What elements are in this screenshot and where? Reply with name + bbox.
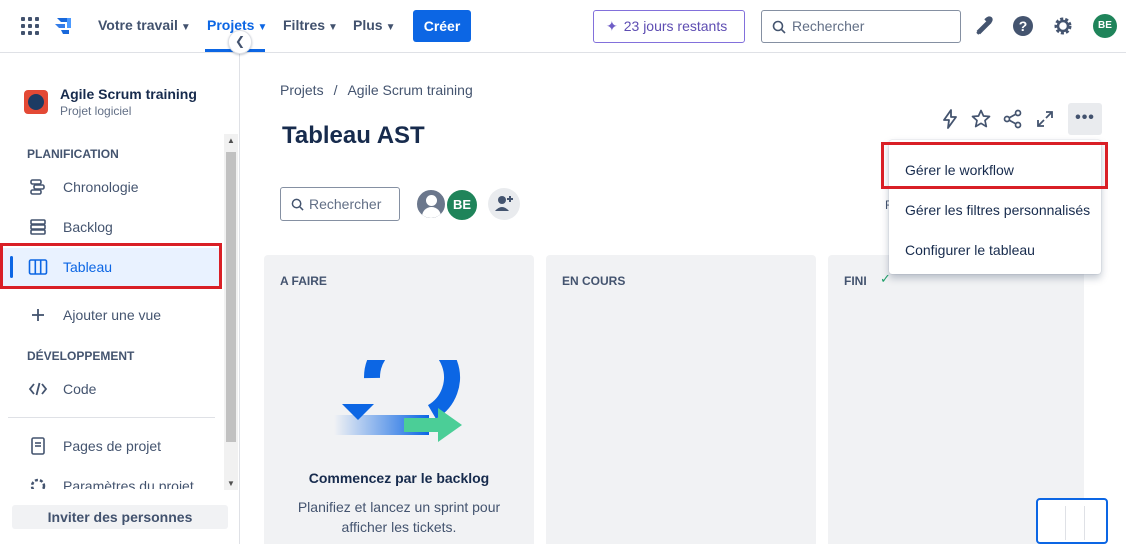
code-icon [28, 382, 48, 396]
sidebar-item-project-pages[interactable]: Pages de projet [0, 427, 222, 465]
backlog-icon [30, 219, 46, 235]
chevron-down-icon: ▼ [257, 22, 268, 33]
chevron-down-icon: ▼ [385, 22, 396, 33]
add-people-button[interactable] [488, 188, 520, 220]
board-search-placeholder: Rechercher [309, 196, 382, 212]
notifications-bell-icon[interactable] [972, 15, 994, 37]
lightning-automation-icon[interactable] [939, 108, 961, 130]
breadcrumb-projects[interactable]: Projets [280, 82, 324, 98]
empty-state-title: Commencez par le backlog [308, 470, 490, 486]
global-search-input[interactable]: Rechercher [761, 10, 961, 43]
svg-text:?: ? [1019, 18, 1028, 34]
sidebar-item-backlog[interactable]: Backlog [0, 208, 222, 246]
sidebar-item-label: Code [63, 381, 97, 397]
section-planning-title: PLANIFICATION [27, 147, 119, 161]
nav-your-work-label: Votre travail [98, 17, 178, 33]
sidebar-item-project-settings[interactable]: Paramètres du projet [0, 467, 222, 489]
trial-days-button[interactable]: ✦ 23 jours restants [593, 10, 745, 43]
star-icon[interactable] [970, 108, 992, 130]
highlight-box-board [0, 243, 222, 289]
sidebar-item-label: Backlog [63, 219, 113, 235]
jira-logo-icon[interactable] [53, 14, 75, 41]
sidebar-item-add-view[interactable]: Ajouter une vue [0, 296, 222, 334]
unassigned-user-avatar[interactable] [415, 188, 447, 220]
sparkle-icon: ✦ [606, 18, 618, 34]
column-title: A FAIRE [280, 274, 327, 288]
scroll-up-arrow-icon[interactable]: ▲ [227, 136, 235, 145]
search-icon [291, 198, 304, 211]
board-column-in-progress: EN COURS [546, 255, 816, 544]
project-name[interactable]: Agile Scrum training [60, 86, 197, 102]
sprint-cycle-illustration-icon [334, 360, 462, 442]
board-minimap-widget[interactable] [1036, 498, 1108, 544]
minimap-cell [1044, 506, 1064, 540]
sidebar-divider [8, 417, 215, 418]
chevron-down-icon: ▼ [328, 22, 338, 33]
search-icon [772, 20, 786, 34]
trial-days-label: 23 jours restants [623, 18, 728, 34]
column-title: EN COURS [562, 274, 626, 288]
breadcrumb-project[interactable]: Agile Scrum training [347, 82, 472, 98]
collapse-sidebar-button[interactable]: ❮ [228, 30, 252, 54]
board-column-todo: A FAIRE Commencez par le backlog Planifi… [264, 255, 534, 544]
create-button[interactable]: Créer [413, 10, 471, 42]
sidebar-item-label: Pages de projet [63, 438, 162, 454]
member-avatar[interactable]: BE [445, 188, 479, 222]
minimap-divider [1065, 506, 1066, 540]
settings-gear-icon[interactable] [1052, 15, 1074, 37]
scroll-down-arrow-icon[interactable]: ▼ [227, 479, 235, 488]
empty-state-description: Planifiez et lancez un sprint pour affic… [297, 499, 501, 535]
expand-fullscreen-icon[interactable] [1034, 108, 1056, 130]
share-icon[interactable] [1002, 108, 1024, 130]
top-navigation: Votre travail ▼ Projets ▼ Filtres ▼ Plus ▼ C… [0, 0, 1126, 53]
gear-icon [30, 478, 46, 489]
sidebar-item-label: Ajouter une vue [63, 307, 162, 323]
menu-item-manage-filters[interactable]: Gérer les filtres personnalisés [905, 202, 1090, 218]
project-sidebar: Agile Scrum training Projet logiciel PLA… [0, 54, 240, 544]
ellipsis-icon: ••• [1075, 109, 1095, 126]
chevron-left-icon: ❮ [234, 34, 246, 48]
app-switcher-icon[interactable] [21, 17, 39, 35]
menu-item-configure-board[interactable]: Configurer le tableau [905, 242, 1035, 258]
nav-your-work[interactable]: Votre travail ▼ [98, 17, 191, 33]
project-avatar-icon [24, 90, 48, 114]
sidebar-item-label: Paramètres du projet [63, 478, 194, 489]
user-avatar[interactable]: BE [1093, 14, 1117, 38]
invite-people-button[interactable]: Inviter des personnes [12, 505, 228, 529]
add-person-icon [495, 196, 513, 211]
section-development-title: DÉVELOPPEMENT [27, 349, 135, 363]
sidebar-item-label: Chronologie [63, 179, 139, 195]
highlight-box-manage-workflow [881, 142, 1108, 189]
global-search-placeholder: Rechercher [792, 18, 865, 34]
minimap-divider [1084, 506, 1085, 540]
project-type: Projet logiciel [60, 104, 132, 118]
nav-more[interactable]: Plus ▼ [353, 17, 395, 33]
nav-filters[interactable]: Filtres ▼ [283, 17, 338, 33]
column-title: FINI [844, 274, 867, 288]
sidebar-item-timeline[interactable]: Chronologie [0, 168, 222, 206]
chevron-down-icon: ▼ [180, 22, 191, 33]
nav-more-label: Plus [353, 17, 383, 33]
breadcrumb-separator: / [333, 82, 338, 98]
help-icon[interactable]: ? [1012, 15, 1034, 37]
sidebar-item-code[interactable]: Code [0, 370, 222, 408]
more-actions-button[interactable]: ••• [1068, 103, 1102, 135]
plus-icon [32, 309, 44, 321]
page-title: Tableau AST [282, 122, 425, 149]
breadcrumb: Projets / Agile Scrum training [280, 82, 473, 98]
nav-projects-label: Projets [207, 17, 255, 33]
page-icon [31, 437, 45, 455]
nav-filters-label: Filtres [283, 17, 326, 33]
timeline-icon [30, 179, 45, 195]
board-search-input[interactable]: Rechercher [280, 187, 400, 221]
sidebar-scrollbar[interactable]: ▲ ▼ [224, 134, 238, 490]
scrollbar-thumb[interactable] [226, 152, 236, 442]
